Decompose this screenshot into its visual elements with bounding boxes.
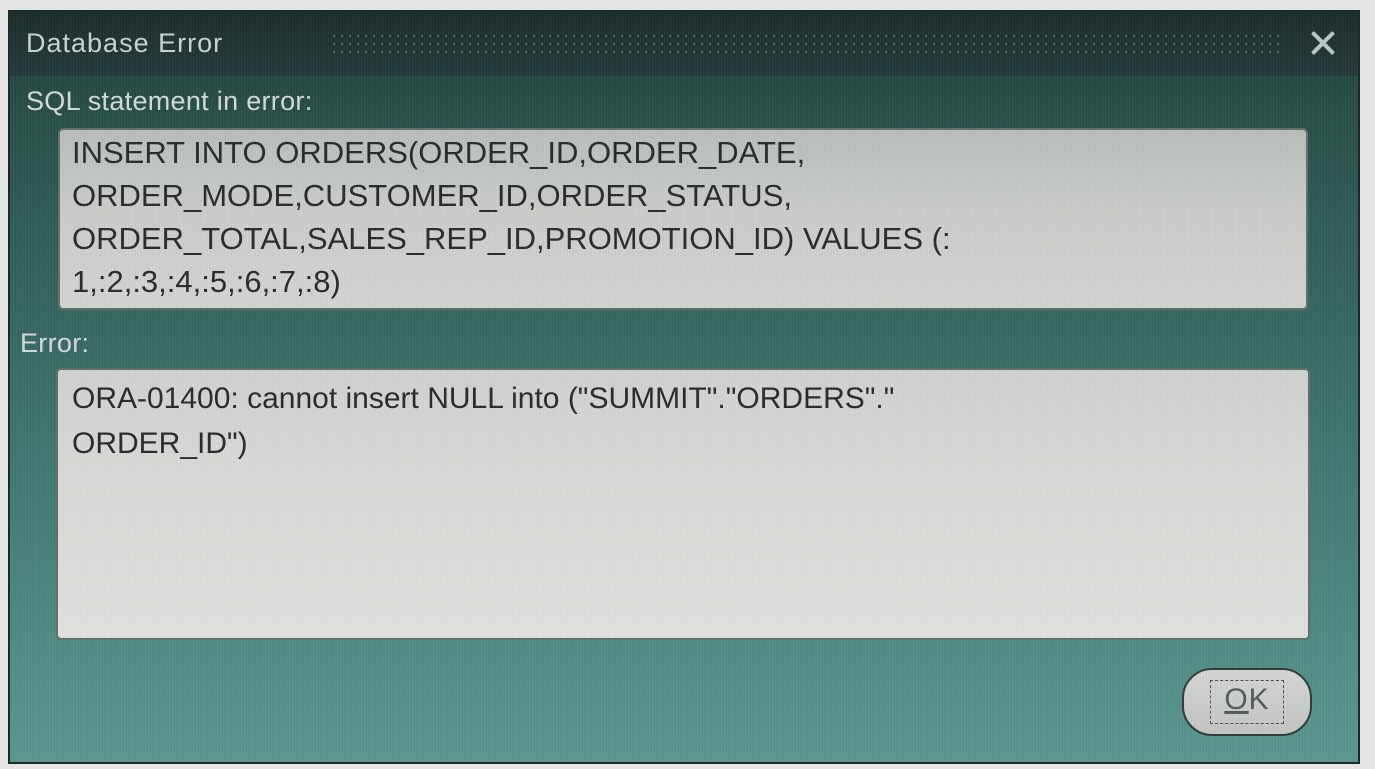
error-label: Error: xyxy=(20,328,90,358)
ok-mnemonic: O xyxy=(1224,683,1249,716)
database-error-dialog: Database Error SQL statement in error: I… xyxy=(8,10,1360,764)
sql-statement-label: SQL statement in error: xyxy=(26,86,313,116)
ok-button[interactable]: OK xyxy=(1182,668,1312,736)
title-bar[interactable]: Database Error xyxy=(10,12,1358,76)
ok-button-label: OK xyxy=(1184,683,1310,717)
sql-statement-textbox[interactable]: INSERT INTO ORDERS(ORDER_ID,ORDER_DATE, … xyxy=(58,128,1308,310)
close-icon[interactable] xyxy=(1306,26,1340,60)
error-message-textbox[interactable]: ORA-01400: cannot insert NULL into ("SUM… xyxy=(56,368,1310,640)
dialog-title: Database Error xyxy=(26,28,224,58)
title-bar-texture xyxy=(330,32,1280,58)
ok-label-rest: K xyxy=(1248,683,1270,716)
